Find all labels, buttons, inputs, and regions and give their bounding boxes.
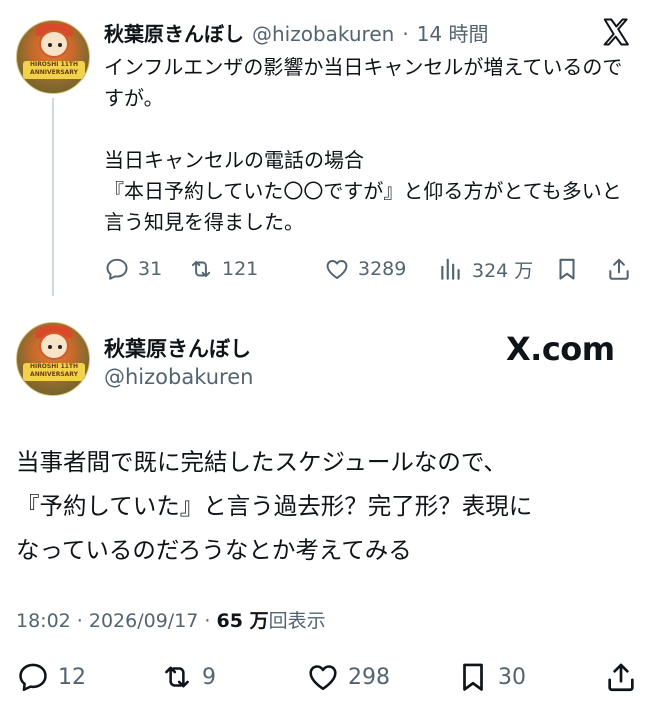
speech-bubble-icon — [106, 258, 128, 280]
tweet-metadata: 18:02 · 2026/09/17 · 65 万回表示 — [16, 606, 326, 633]
like-count: 3289 — [358, 258, 407, 280]
reply-tweet: HIROSHI 11TH ANNIVERSARY 秋葉原きんぼし @hizoba… — [0, 0, 650, 300]
share-upload-icon — [608, 663, 634, 692]
post-timestamp[interactable]: 18:02 · 2026/09/17 · — [16, 610, 217, 632]
tweet-line: 当事者間で既に完結したスケジュールなので、 — [16, 448, 507, 476]
time-ago[interactable]: 14 時間 — [417, 18, 489, 47]
view-count: 324 万 — [472, 259, 534, 282]
tweet-paragraph: 当日キャンセルの電話の場合 『本日予約していた〇〇ですが』と仰る方がとても多いと… — [104, 148, 622, 234]
like-count: 298 — [348, 664, 390, 690]
x-logo-icon — [603, 18, 629, 46]
author-handle[interactable]: @hizobakuren — [252, 22, 394, 46]
speech-bubble-icon — [19, 663, 47, 692]
views-button[interactable]: 324 万 — [438, 256, 533, 283]
tweet-header: 秋葉原きんぼし @hizobakuren · 14 時間 — [104, 18, 489, 47]
repost-count: 121 — [222, 258, 259, 280]
author-avatar[interactable]: HIROSHI 11TH ANNIVERSARY — [16, 322, 90, 396]
like-button[interactable]: 298 — [306, 660, 390, 694]
avatar-eye — [48, 345, 52, 349]
share-upload-icon — [609, 258, 629, 280]
avatar-eye — [58, 43, 62, 47]
share-button[interactable] — [606, 256, 632, 282]
repost-count: 9 — [202, 664, 216, 690]
avatar-eye — [48, 43, 52, 47]
separator-dot: · — [402, 22, 409, 46]
tweet-paragraph: インフルエンザの影響か当日キャンセルが増えているのですが。 — [104, 55, 623, 110]
bar-chart-icon — [441, 258, 460, 280]
avatar-badge-text: HIROSHI 11TH ANNIVERSARY — [23, 61, 85, 79]
repost-button[interactable]: 9 — [160, 660, 216, 694]
bookmark-count: 30 — [498, 664, 526, 690]
reply-count: 12 — [58, 664, 86, 690]
repost-arrows-icon — [165, 666, 189, 688]
author-avatar[interactable]: HIROSHI 11TH ANNIVERSARY — [16, 20, 90, 94]
bookmark-icon — [463, 663, 483, 691]
tweet-action-bar: 31 121 3289 324 万 — [104, 256, 634, 282]
author-handle[interactable]: @hizobakuren — [104, 365, 253, 389]
share-button[interactable] — [604, 660, 638, 694]
bookmark-icon — [559, 258, 575, 280]
repost-button[interactable]: 121 — [188, 256, 258, 282]
tweet-action-bar: 12 9 298 30 — [16, 660, 636, 694]
reply-button[interactable]: 12 — [16, 660, 86, 694]
view-suffix: 回表示 — [268, 610, 326, 632]
tweet-text: 当事者間で既に完結したスケジュールなので、 『予約していた』と言う過去形？完了形… — [16, 440, 636, 572]
x-logo[interactable] — [601, 17, 631, 53]
avatar-badge-text: HIROSHI 11TH ANNIVERSARY — [23, 363, 85, 381]
author-name[interactable]: 秋葉原きんぼし — [104, 18, 244, 47]
heart-icon — [309, 665, 337, 691]
tweet-line: 『予約していた』と言う過去形？完了形？表現に — [16, 492, 533, 520]
heart-icon — [326, 260, 348, 279]
avatar-face-shape — [39, 332, 69, 360]
tweet-line: なっているのだろうなとか考えてみる — [16, 536, 412, 564]
repost-arrows-icon — [191, 260, 211, 278]
bookmark-button[interactable] — [554, 256, 580, 282]
author-name[interactable]: 秋葉原きんぼし — [104, 333, 251, 363]
reply-button[interactable]: 31 — [104, 256, 162, 282]
tweet-text: インフルエンザの影響か当日キャンセルが増えているのですが。 当日キャンセルの電話… — [104, 52, 624, 238]
thread-connector-line — [52, 98, 54, 296]
site-watermark: X.com — [506, 330, 615, 368]
avatar-face-shape — [39, 30, 69, 58]
avatar-eye — [58, 345, 62, 349]
view-count: 65 万 — [216, 610, 269, 632]
reply-count: 31 — [138, 258, 163, 280]
like-button[interactable]: 3289 — [324, 256, 406, 282]
bookmark-button[interactable]: 30 — [456, 660, 526, 694]
